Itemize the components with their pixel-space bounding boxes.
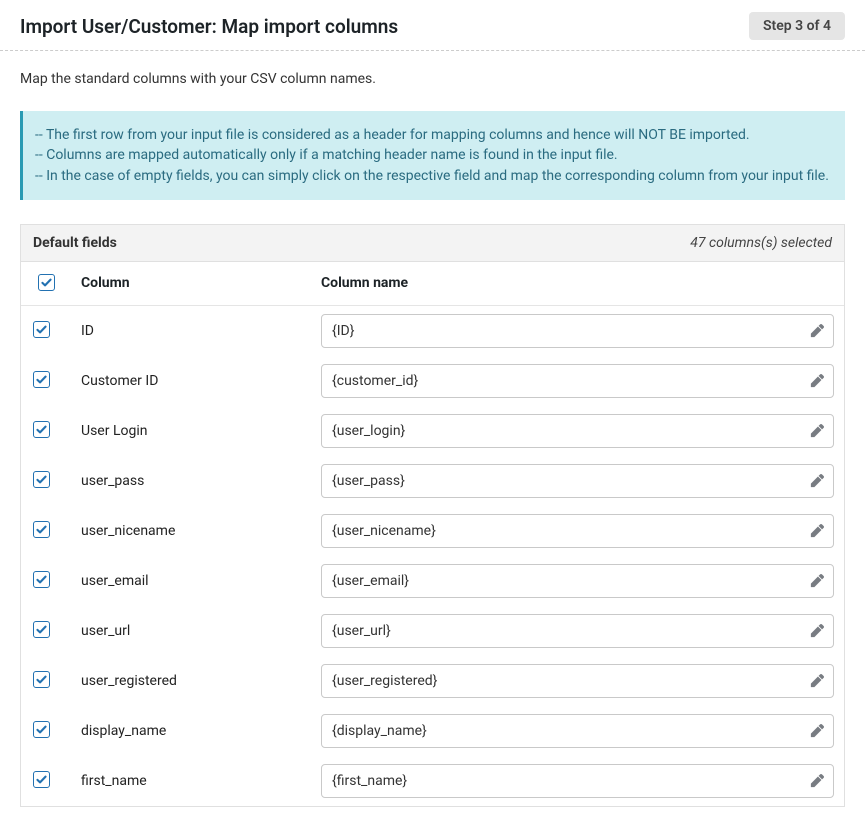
row-checkbox[interactable] <box>33 671 50 688</box>
pencil-icon[interactable] <box>810 724 824 738</box>
table-row: display_name <box>21 706 844 756</box>
pencil-icon[interactable] <box>810 374 824 388</box>
row-checkbox[interactable] <box>33 721 50 738</box>
pencil-icon[interactable] <box>810 324 824 338</box>
table-row: user_registered <box>21 656 844 706</box>
select-all-checkbox[interactable] <box>38 274 55 291</box>
row-checkbox[interactable] <box>33 371 50 388</box>
table-row: user_pass <box>21 456 844 506</box>
column-name-input[interactable] <box>321 664 834 698</box>
column-name-input[interactable] <box>321 414 834 448</box>
column-label: Customer ID <box>71 356 311 406</box>
row-checkbox[interactable] <box>33 571 50 588</box>
pencil-icon[interactable] <box>810 624 824 638</box>
pencil-icon[interactable] <box>810 474 824 488</box>
column-label: User Login <box>71 406 311 456</box>
pencil-icon[interactable] <box>810 524 824 538</box>
section-header: Default fields 47 columns(s) selected <box>21 225 844 262</box>
column-name-input[interactable] <box>321 614 834 648</box>
column-name-header: Column name <box>311 262 844 306</box>
column-label: ID <box>71 305 311 356</box>
column-label: user_pass <box>71 456 311 506</box>
table-row: User Login <box>21 406 844 456</box>
pencil-icon[interactable] <box>810 424 824 438</box>
intro-text: Map the standard columns with your CSV c… <box>20 71 845 87</box>
step-badge: Step 3 of 4 <box>749 12 845 40</box>
mapping-table: Column Column name IDCustomer IDUser Log… <box>21 262 844 806</box>
column-name-input[interactable] <box>321 464 834 498</box>
table-row: user_url <box>21 606 844 656</box>
table-row: ID <box>21 305 844 356</box>
column-header: Column <box>71 262 311 306</box>
row-checkbox[interactable] <box>33 321 50 338</box>
page-title: Import User/Customer: Map import columns <box>20 15 398 38</box>
table-row: first_name <box>21 756 844 806</box>
column-name-input[interactable] <box>321 364 834 398</box>
row-checkbox[interactable] <box>33 471 50 488</box>
mapping-container: Default fields 47 columns(s) selected Co… <box>20 224 845 807</box>
table-row: user_nicename <box>21 506 844 556</box>
pencil-icon[interactable] <box>810 774 824 788</box>
row-checkbox[interactable] <box>33 621 50 638</box>
info-line-1: -- The first row from your input file is… <box>35 125 833 145</box>
column-name-input[interactable] <box>321 764 834 798</box>
table-row: Customer ID <box>21 356 844 406</box>
column-label: first_name <box>71 756 311 806</box>
info-line-2: -- Columns are mapped automatically only… <box>35 145 833 165</box>
info-line-3: -- In the case of empty fields, you can … <box>35 166 833 186</box>
section-title: Default fields <box>33 235 117 251</box>
column-label: user_url <box>71 606 311 656</box>
column-label: user_nicename <box>71 506 311 556</box>
pencil-icon[interactable] <box>810 574 824 588</box>
columns-selected-label: 47 columns(s) selected <box>690 235 832 251</box>
column-label: display_name <box>71 706 311 756</box>
info-box: -- The first row from your input file is… <box>20 111 845 200</box>
table-row: user_email <box>21 556 844 606</box>
row-checkbox[interactable] <box>33 421 50 438</box>
column-name-input[interactable] <box>321 714 834 748</box>
row-checkbox[interactable] <box>33 771 50 788</box>
column-label: user_registered <box>71 656 311 706</box>
row-checkbox[interactable] <box>33 521 50 538</box>
pencil-icon[interactable] <box>810 674 824 688</box>
column-name-input[interactable] <box>321 564 834 598</box>
column-label: user_email <box>71 556 311 606</box>
column-name-input[interactable] <box>321 514 834 548</box>
column-name-input[interactable] <box>321 314 834 348</box>
